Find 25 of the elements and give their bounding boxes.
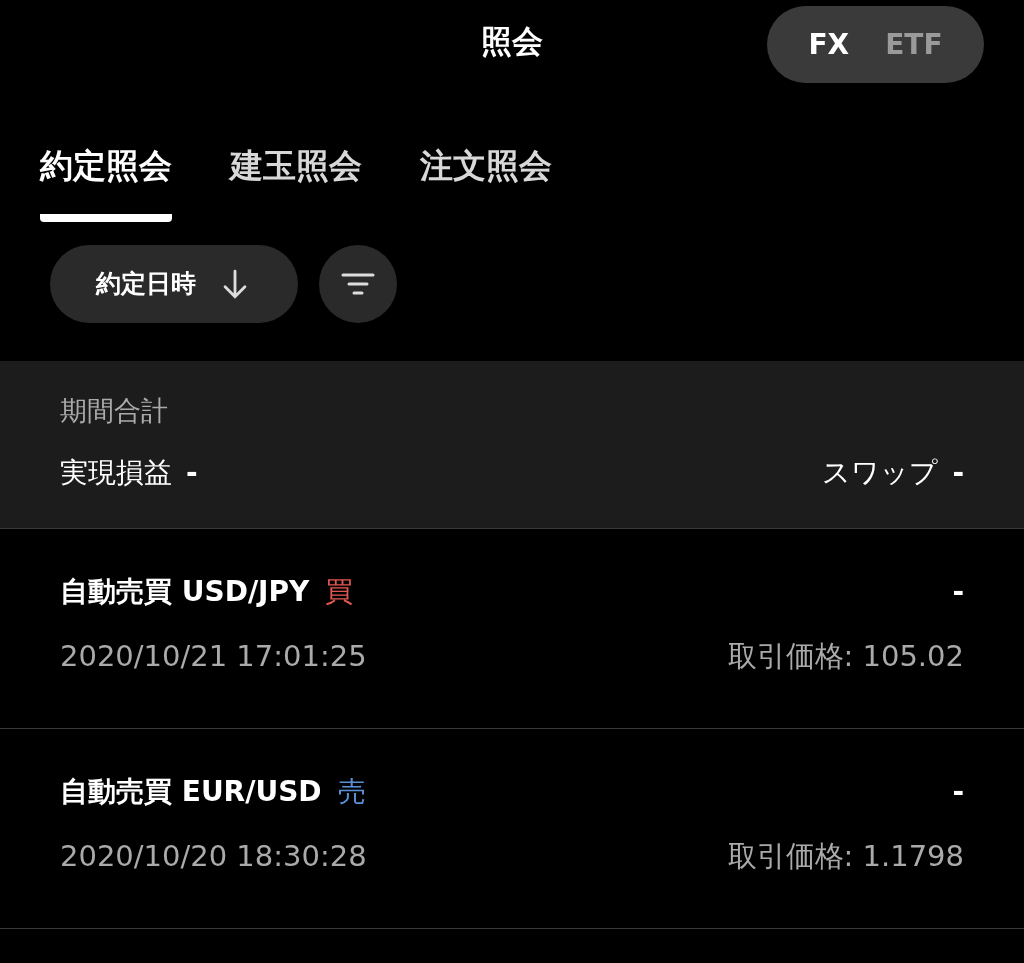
trade-side: 売 xyxy=(337,774,366,810)
trade-profit: - xyxy=(952,774,964,810)
trade-title: 自動売買 EUR/USD xyxy=(60,774,322,810)
page-title: 照会 xyxy=(481,21,543,61)
realized-label: 実現損益 xyxy=(60,454,172,491)
tab[interactable]: 注文照会 xyxy=(420,90,552,222)
trade-price: 取引価格: 105.02 xyxy=(727,638,964,675)
trade-side: 買 xyxy=(325,574,354,610)
trade-row[interactable]: 自動売買 USD/JPY 買 - 2020/10/21 17:01:25 取引価格: 105.02 xyxy=(0,529,1024,729)
trade-price: 取引価格: 1.1798 xyxy=(727,838,964,875)
trade-datetime: 2020/10/21 17:01:25 xyxy=(60,638,367,675)
sort-button[interactable]: 約定日時 xyxy=(50,245,298,323)
trade-profit: - xyxy=(952,574,964,610)
trade-title: 自動売買 USD/JPY xyxy=(60,574,310,610)
swap-value: - xyxy=(952,454,964,491)
market-option[interactable]: FX xyxy=(808,23,850,66)
summary-title: 期間合計 xyxy=(60,394,169,428)
realized-value: - xyxy=(186,454,198,491)
tab[interactable]: 建玉照会 xyxy=(230,90,362,222)
market-option[interactable]: ETF xyxy=(885,23,943,66)
trade-datetime: 2020/10/20 18:30:28 xyxy=(60,838,367,875)
swap-label: スワップ xyxy=(822,454,939,491)
tab[interactable]: 約定照会 xyxy=(40,90,172,222)
filter-icon xyxy=(340,272,376,296)
trade-row[interactable]: 自動売買 EUR/USD 売 - 2020/10/20 18:30:28 取引価格: 1.1798 xyxy=(0,729,1024,929)
